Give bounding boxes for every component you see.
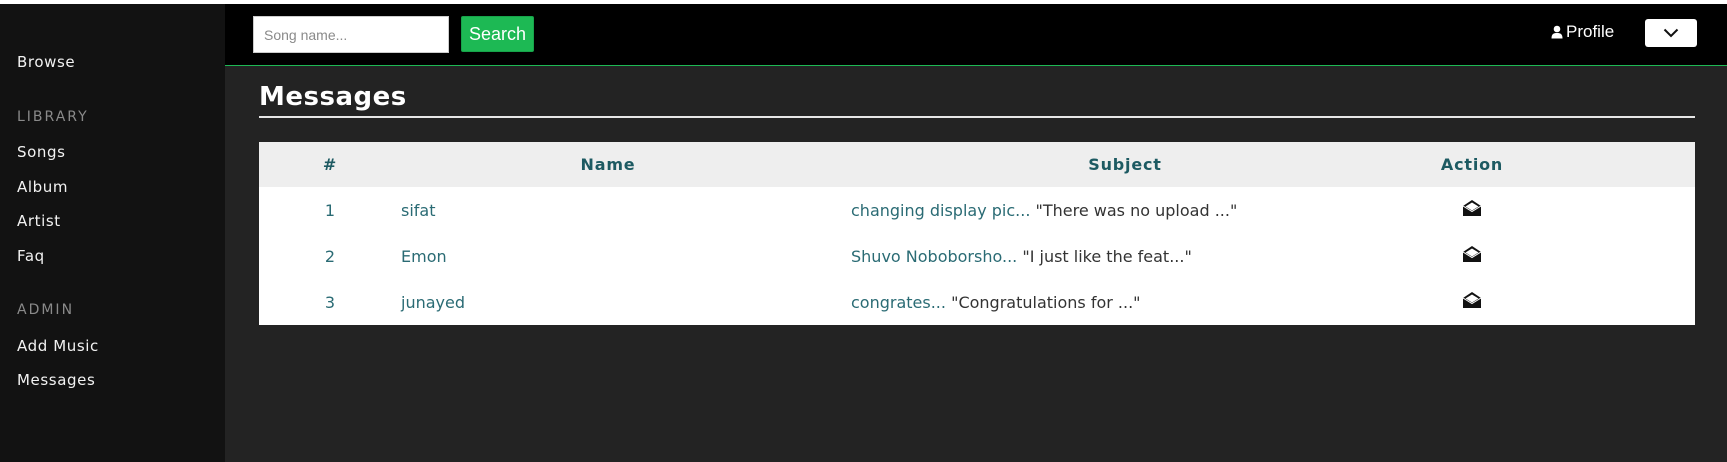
table-header-row: # Name Subject Action bbox=[259, 142, 1695, 187]
sender-name-link[interactable]: junayed bbox=[401, 293, 465, 312]
envelope-open-icon[interactable] bbox=[1462, 291, 1482, 313]
table-row: 3 junayed congrates... "Congratulations … bbox=[259, 279, 1695, 325]
sidebar-item-album[interactable]: Album bbox=[17, 178, 68, 196]
sidebar-item-browse[interactable]: Browse bbox=[17, 53, 75, 71]
subject-cell: Shuvo Noboborsho... "I just like the fea… bbox=[815, 233, 1435, 279]
search-button[interactable]: Search bbox=[461, 16, 534, 52]
app-window: Browse LIBRARY Songs Album Artist Faq AD… bbox=[0, 0, 1727, 462]
name-cell: sifat bbox=[401, 187, 815, 233]
chevron-down-icon bbox=[1663, 28, 1679, 38]
title-divider bbox=[259, 116, 1695, 118]
column-header-name: Name bbox=[580, 155, 636, 174]
sidebar-item-faq[interactable]: Faq bbox=[17, 247, 45, 265]
profile-label: Profile bbox=[1566, 22, 1615, 41]
sidebar-heading-admin: ADMIN bbox=[17, 302, 75, 318]
subject-link[interactable]: congrates... bbox=[851, 293, 946, 312]
row-number: 2 bbox=[324, 246, 336, 266]
subject-link[interactable]: changing display pic... bbox=[851, 201, 1030, 220]
sidebar-item-messages[interactable]: Messages bbox=[17, 371, 95, 389]
envelope-open-icon[interactable] bbox=[1462, 245, 1482, 267]
row-number: 1 bbox=[324, 200, 336, 220]
sender-name-link[interactable]: sifat bbox=[401, 201, 436, 220]
sidebar: Browse LIBRARY Songs Album Artist Faq AD… bbox=[0, 4, 225, 462]
action-cell bbox=[1435, 233, 1695, 279]
messages-table: # Name Subject Action 1 sifat changing d… bbox=[259, 142, 1695, 325]
sender-name-link[interactable]: Emon bbox=[401, 247, 447, 266]
user-icon bbox=[1551, 25, 1563, 39]
row-number: 3 bbox=[324, 292, 336, 312]
envelope-open-icon[interactable] bbox=[1462, 199, 1482, 221]
page-title: Messages bbox=[259, 82, 407, 112]
profile-dropdown-button[interactable] bbox=[1645, 19, 1697, 47]
column-header-action: Action bbox=[1440, 155, 1504, 174]
search-input[interactable] bbox=[253, 16, 449, 53]
message-preview: "There was no upload ..." bbox=[1035, 200, 1238, 220]
subject-link[interactable]: Shuvo Noboborsho... bbox=[851, 247, 1017, 266]
action-cell bbox=[1435, 187, 1695, 233]
message-preview: "I just like the feat..." bbox=[1022, 246, 1192, 266]
column-header-subject: Subject bbox=[1088, 155, 1162, 174]
name-cell: junayed bbox=[401, 279, 815, 325]
sidebar-item-songs[interactable]: Songs bbox=[17, 143, 66, 161]
message-preview: "Congratulations for ..." bbox=[951, 292, 1141, 312]
subject-cell: congrates... "Congratulations for ..." bbox=[815, 279, 1435, 325]
name-cell: Emon bbox=[401, 233, 815, 279]
subject-cell: changing display pic... "There was no up… bbox=[815, 187, 1435, 233]
profile-link[interactable]: Profile bbox=[1551, 22, 1614, 42]
sidebar-heading-library: LIBRARY bbox=[17, 109, 89, 125]
sidebar-item-artist[interactable]: Artist bbox=[17, 212, 61, 230]
sidebar-item-add-music[interactable]: Add Music bbox=[17, 337, 99, 355]
table-row: 1 sifat changing display pic... "There w… bbox=[259, 187, 1695, 233]
column-header-number: # bbox=[322, 155, 338, 174]
top-bar: Search Profile bbox=[225, 4, 1727, 66]
action-cell bbox=[1435, 279, 1695, 325]
table-row: 2 Emon Shuvo Noboborsho... "I just like … bbox=[259, 233, 1695, 279]
